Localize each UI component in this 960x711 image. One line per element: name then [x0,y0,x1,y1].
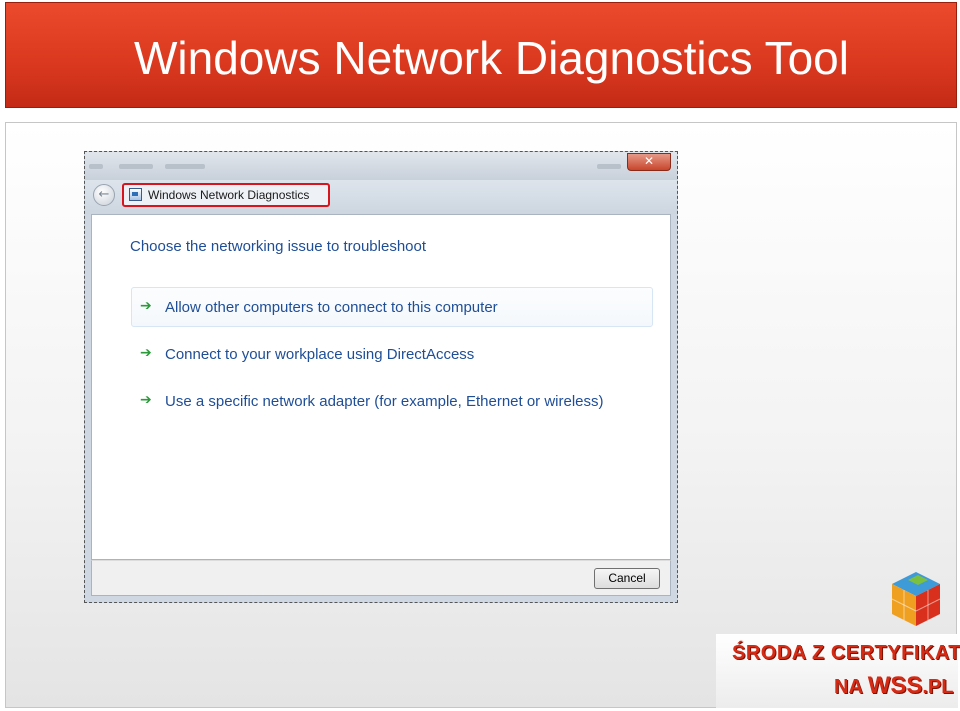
brand-main: WSS [867,672,923,699]
brand-prefix: NA [834,676,868,698]
option-allow-connections[interactable]: ➔ Allow other computers to connect to th… [131,287,653,327]
window-titlebar: ✕ [85,152,677,180]
breadcrumb-label: Windows Network Diagnostics [148,188,310,202]
diagnostics-window-screenshot: ✕ ← Windows Network Diagnostics Choose t… [84,151,678,603]
brand-suffix: .PL [922,676,954,698]
brand-line-2: NA WSS.PL [834,672,954,700]
slide: Windows Network Diagnostics Tool ✕ ← Win… [0,0,960,711]
title-bar: Windows Network Diagnostics Tool [5,2,957,108]
dialog-body: Choose the networking issue to troublesh… [91,214,671,560]
network-diagnostics-icon [129,188,142,201]
dialog-footer: Cancel [91,560,671,596]
option-label: Allow other computers to connect to this… [165,299,498,316]
dialog-heading: Choose the networking issue to troublesh… [130,238,427,255]
green-arrow-icon: ➔ [140,392,152,408]
back-arrow-icon[interactable]: ← [93,184,115,206]
brand-logo: ŚRODA Z CERTYFIKATEM NA WSS.PL [716,634,960,708]
breadcrumb[interactable]: Windows Network Diagnostics [122,183,330,207]
green-arrow-icon: ➔ [140,298,152,314]
option-label: Use a specific network adapter (for exam… [165,393,604,410]
green-arrow-icon: ➔ [140,345,152,361]
navigation-bar: ← Windows Network Diagnostics [85,180,677,214]
option-directaccess[interactable]: ➔ Connect to your workplace using Direct… [131,334,653,374]
option-network-adapter[interactable]: ➔ Use a specific network adapter (for ex… [131,381,653,421]
cancel-button[interactable]: Cancel [594,568,660,589]
brand-line-1: ŚRODA Z CERTYFIKATEM [732,642,960,664]
option-label: Connect to your workplace using DirectAc… [165,346,475,363]
cube-logo-icon [891,572,941,626]
slide-title: Windows Network Diagnostics Tool [134,32,849,84]
close-button[interactable]: ✕ [627,153,671,171]
